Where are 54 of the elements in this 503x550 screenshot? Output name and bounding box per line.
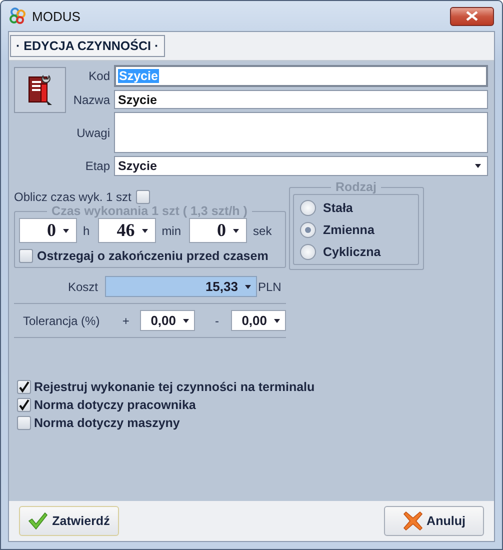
spin-field[interactable]: 0 <box>189 218 248 243</box>
radio-label: Stała <box>323 201 353 215</box>
unit-label: min <box>162 224 182 238</box>
currency-label: PLN <box>258 280 282 294</box>
app-logo-icon <box>9 7 27 25</box>
unit-label: h <box>83 224 90 238</box>
text-field[interactable]: Szycie <box>114 90 488 109</box>
radio-label: Zmienna <box>323 223 374 237</box>
tolerance-plus-field[interactable]: 0,00 <box>140 310 195 331</box>
close-button[interactable] <box>450 6 494 26</box>
caret-icon <box>245 284 251 288</box>
radio-label: Cykliczna <box>323 245 381 259</box>
caret-icon <box>233 228 240 232</box>
radio-button[interactable] <box>300 244 316 260</box>
caret-icon <box>142 228 148 232</box>
radio-button[interactable] <box>300 200 316 216</box>
unit-label: sek <box>253 224 272 238</box>
close-icon <box>466 11 478 21</box>
caret-icon <box>274 318 280 322</box>
minus-sign: - <box>215 314 220 328</box>
cost-label: Koszt <box>66 280 98 294</box>
field-label: Kod <box>88 69 110 83</box>
calc-time-label: Oblicz czas wyk. 1 szt <box>14 190 132 204</box>
checkbox-label: Norma dotyczy pracownika <box>34 398 196 412</box>
checkbox[interactable] <box>19 249 33 263</box>
caret-icon <box>475 164 481 168</box>
spin-field[interactable]: 0 <box>19 218 77 243</box>
window-title: MODUS <box>32 8 82 24</box>
section-tab[interactable]: · EDYCJA CZYNNOŚCI · <box>10 35 165 57</box>
checkbox[interactable] <box>136 190 150 204</box>
checkbox-label: Ostrzegaj o zakończeniu przed czasem <box>37 249 268 263</box>
cross-icon <box>402 511 423 531</box>
tool-document-icon <box>27 74 53 106</box>
checkbox[interactable] <box>17 380 31 394</box>
checkbox-label: Rejestruj wykonanie tej czynności na terminalu <box>34 380 315 394</box>
field-label: Nazwa <box>72 92 110 106</box>
spin-field[interactable]: 46 <box>98 218 156 243</box>
radio-button[interactable] <box>300 222 316 238</box>
field-label: Uwagi <box>76 126 110 140</box>
checkbox[interactable] <box>17 416 31 430</box>
plus-sign: + <box>122 314 130 328</box>
checkbox-label: Norma dotyczy maszyny <box>34 416 180 430</box>
dropdown-field[interactable]: Szycie <box>114 156 488 176</box>
caret-icon <box>183 318 189 322</box>
cancel-button[interactable]: Anuluj <box>384 506 484 536</box>
cost-field[interactable]: 15,33 <box>105 276 257 297</box>
tolerance-minus-field[interactable]: 0,00 <box>231 310 286 331</box>
checkmark-icon <box>28 512 48 530</box>
notes-field[interactable] <box>114 112 488 153</box>
field-label: Etap <box>84 159 110 173</box>
tolerance-label: Tolerancja (%) <box>23 314 101 328</box>
checkbox[interactable] <box>17 398 31 412</box>
confirm-button[interactable]: Zatwierdź <box>19 506 119 536</box>
caret-icon <box>63 228 69 232</box>
